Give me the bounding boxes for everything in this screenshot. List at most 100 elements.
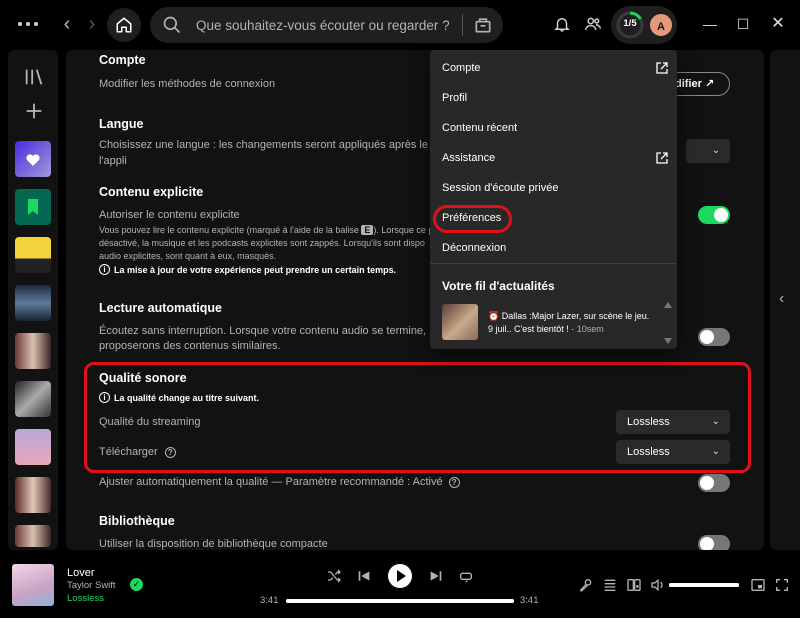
menu-item-logout[interactable]: Déconnexion [442,242,506,254]
episodes-tile[interactable] [15,189,51,225]
player-bar: Lover Taylor Swift Lossless ✓ 3:41 3:41 [0,556,800,618]
auto-quality-toggle[interactable] [698,474,730,492]
feed-item-image[interactable] [442,304,478,340]
menu-item-private-session[interactable]: Session d'écoute privée [442,182,558,194]
menu-item-recent[interactable]: Contenu récent [442,122,517,134]
bookmark-icon [28,199,38,215]
explicit-info-line-2: désactivé, la musique et les podcasts ex… [99,238,425,248]
playlist-tile-6[interactable] [15,477,51,513]
progress-count: 1/5 [623,18,637,29]
menu-item-profil[interactable]: Profil [442,92,467,104]
feed-item-text[interactable]: ⏰ Dallas :Major Lazer, sur scène le jeu.… [488,310,658,336]
elapsed-time: 3:41 [260,595,279,606]
chevron-down-icon: ⌄ [711,416,720,427]
search-divider [462,14,463,36]
right-sidebar: ‹ [770,50,800,550]
user-avatar[interactable]: A [648,12,674,38]
onboarding-progress-pill[interactable]: 1/5 A [611,6,677,44]
external-link-icon [656,62,668,74]
search-bar[interactable]: Que souhaitez-vous écouter ou regarder ? [150,7,503,43]
shuffle-icon[interactable] [326,568,342,584]
menu-item-preferences[interactable]: Préférences [442,212,501,224]
explicit-label: Autoriser le contenu explicite [99,209,240,221]
autoplay-description-line-2: proposerons des contenus similaires. [99,340,281,352]
playback-progress-fill [286,599,514,603]
external-link-icon [656,152,668,164]
scroll-down-icon[interactable] [664,338,672,344]
browse-icon[interactable] [473,15,493,35]
connect-device-icon[interactable] [626,577,642,593]
playlist-tile-4[interactable] [15,381,51,417]
menu-item-assistance[interactable]: Assistance [442,152,495,164]
download-quality-value: Lossless [627,446,670,458]
quality-badge: Lossless [67,593,104,604]
library-sidebar [8,50,58,550]
explicit-info-line-3: audio explicites, sont quant à eux, masq… [99,251,277,261]
chevron-left-icon[interactable]: ‹ [779,290,784,308]
menu-item-compte[interactable]: Compte [442,62,481,74]
back-icon[interactable]: ‹ [55,12,79,36]
repeat-icon[interactable] [458,568,474,584]
fullscreen-icon[interactable] [774,577,790,593]
playlist-tile-5[interactable] [15,429,51,465]
explicit-badge: E [361,225,374,235]
menu-divider [430,263,677,264]
profile-dropdown-menu: Compte Profil Contenu récent Assistance … [430,50,677,349]
total-time: 3:41 [520,595,539,606]
minimize-icon[interactable]: — [700,14,720,34]
section-title-library: Bibliothèque [99,514,175,528]
help-icon[interactable]: ? [448,477,460,488]
more-menu-icon[interactable] [18,17,40,31]
streaming-quality-select[interactable]: Lossless ⌄ [616,410,730,434]
friend-activity-icon[interactable] [584,15,602,33]
chevron-down-icon: ⌄ [711,145,720,156]
language-select[interactable]: ⌄ [686,139,730,163]
volume-fill [669,583,739,587]
forward-icon[interactable]: › [80,12,104,36]
add-icon[interactable] [23,100,45,122]
playlist-tile-2[interactable] [15,285,51,321]
home-icon [116,17,132,33]
library-icon[interactable] [23,66,45,88]
info-icon: i [99,392,110,403]
explicit-note: i La mise à jour de votre expérience peut… [99,264,396,275]
track-title[interactable]: Lover [67,567,95,579]
playlist-tile-1[interactable] [15,237,51,273]
help-icon[interactable]: ? [164,447,176,458]
explicit-info-line-1: Vous pouvez lire le contenu explicite (m… [99,225,434,235]
previous-icon[interactable] [356,568,372,584]
download-quality-select[interactable]: Lossless ⌄ [616,440,730,464]
miniplayer-icon[interactable] [750,577,766,593]
play-button[interactable] [388,564,412,588]
notifications-bell-icon[interactable] [553,15,571,33]
volume-icon[interactable] [650,577,666,593]
liked-songs-tile[interactable] [15,141,51,177]
streaming-quality-label: Qualité du streaming [99,416,201,428]
track-artist[interactable]: Taylor Swift [67,580,116,591]
home-button[interactable] [107,8,141,42]
microphone-icon[interactable] [578,577,594,593]
playback-progress-bar[interactable] [286,599,514,603]
saved-check-icon[interactable]: ✓ [130,578,143,591]
next-icon[interactable] [428,568,444,584]
explicit-content-toggle[interactable] [698,206,730,224]
search-input[interactable]: Que souhaitez-vous écouter ou regarder ? [196,18,462,33]
autoplay-toggle[interactable] [698,328,730,346]
maximize-icon[interactable]: ☐ [733,14,753,34]
chevron-down-icon: ⌄ [711,446,720,457]
section-title-quality: Qualité sonore [99,371,187,385]
section-title-langue: Langue [99,117,144,131]
langue-description-line-1: Choisissez une langue : les changements … [99,139,447,151]
scroll-up-icon[interactable] [664,302,672,308]
play-icon [397,570,406,582]
compte-description: Modifier les méthodes de connexion [99,78,276,90]
volume-slider[interactable] [669,583,739,587]
playlist-tile-7[interactable] [15,525,51,547]
playlist-tile-3[interactable] [15,333,51,369]
album-cover[interactable] [12,564,54,606]
close-icon[interactable]: ✕ [768,14,788,34]
queue-icon[interactable] [602,577,618,593]
compact-library-toggle[interactable] [698,535,730,550]
library-description: Utiliser la disposition de bibliothèque … [99,538,328,550]
modify-button-label: difier [675,78,702,90]
